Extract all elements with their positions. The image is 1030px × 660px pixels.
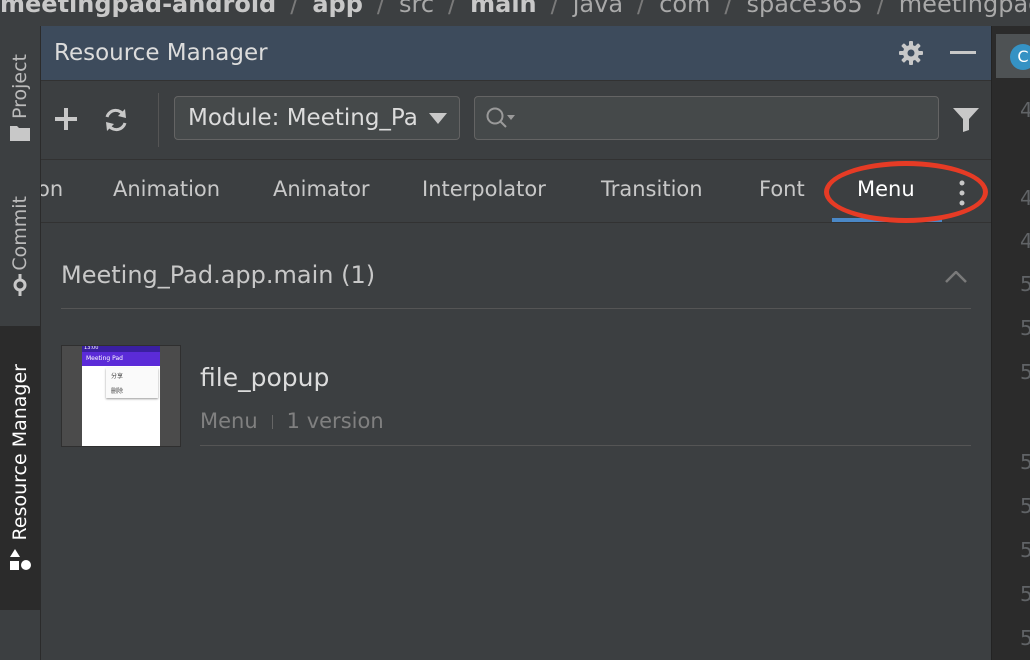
module-dropdown-label: Module: Meeting_Pad	[188, 105, 416, 131]
refresh-icon[interactable]	[103, 107, 129, 133]
chevron-up-icon[interactable]	[945, 271, 967, 283]
breadcrumb-item[interactable]: meetingpad-android	[0, 0, 276, 16]
preview-menu-item: 分享	[111, 373, 124, 380]
search-icon	[486, 107, 515, 128]
tab-partial[interactable]: on	[41, 177, 63, 201]
tab-animation[interactable]: Animation	[113, 177, 220, 201]
class-file-icon: C	[1010, 44, 1030, 70]
meta-divider	[271, 415, 273, 429]
tab-font[interactable]: Font	[759, 177, 805, 201]
shapes-icon	[10, 549, 31, 571]
breadcrumb-separator: /	[448, 0, 457, 18]
line-number: 5	[1020, 494, 1030, 518]
preview-popup-menu: 分享 删除	[106, 368, 158, 398]
gear-icon[interactable]	[898, 40, 924, 66]
plus-icon[interactable]	[55, 108, 77, 130]
breadcrumb-separator: /	[376, 0, 385, 18]
sidebar-tab-label: Resource Manager	[9, 363, 31, 541]
preview-app-title: Meeting Pad	[86, 355, 123, 362]
resource-type: Menu	[200, 409, 258, 433]
tool-window-strip: Project Commit Resource Manager	[0, 26, 41, 660]
breadcrumb-separator: /	[290, 0, 299, 18]
line-number: 5	[1020, 272, 1030, 296]
chevron-down-icon	[429, 113, 447, 124]
resource-type-tabs: on Animation Animator Interpolator Trans…	[41, 160, 991, 223]
line-number: 5	[1020, 450, 1030, 474]
preview-menu-item: 删除	[111, 388, 124, 395]
line-number: 4	[1020, 98, 1030, 122]
breadcrumb-item[interactable]: space365	[746, 0, 862, 16]
panel-header: Resource Manager	[41, 26, 991, 81]
resource-version-count: 1 version	[286, 409, 384, 433]
breadcrumb-separator: /	[724, 0, 733, 18]
sidebar-tab-resource-manager[interactable]: Resource Manager	[0, 326, 40, 610]
line-number: 5	[1020, 582, 1030, 606]
sidebar-tab-commit[interactable]: Commit	[0, 186, 40, 306]
sidebar-tab-label: Commit	[9, 195, 31, 271]
minimize-icon[interactable]	[950, 51, 976, 55]
module-dropdown[interactable]: Module: Meeting_Pad	[174, 96, 460, 140]
breadcrumb-separator: /	[637, 0, 646, 18]
breadcrumb-separator: /	[550, 0, 559, 18]
breadcrumb-item[interactable]: main	[470, 0, 537, 16]
breadcrumb-item[interactable]: meetingpad	[899, 0, 1030, 16]
resource-meta: Menu 1 version	[200, 409, 384, 433]
resource-name[interactable]: file_popup	[200, 363, 329, 392]
group-divider	[61, 308, 971, 309]
line-number: 5	[1020, 360, 1030, 384]
commit-icon	[13, 274, 27, 297]
search-input[interactable]	[519, 103, 923, 135]
line-number: 5	[1020, 626, 1030, 650]
sidebar-tab-label: Project	[9, 54, 31, 120]
line-number: 5	[1020, 316, 1030, 340]
breadcrumb-item[interactable]: java	[573, 0, 623, 16]
tab-menu[interactable]: Menu	[857, 177, 915, 201]
group-title: Meeting_Pad.app.main (1)	[61, 261, 376, 289]
breadcrumb-item[interactable]: app	[312, 0, 363, 16]
more-vertical-icon[interactable]	[958, 180, 966, 206]
line-number: 4	[1020, 186, 1030, 210]
preview-status-time: 13:00	[84, 345, 99, 351]
toolbar-divider	[158, 93, 159, 147]
toolbar: Module: Meeting_Pad	[41, 81, 991, 160]
tab-animator[interactable]: Animator	[273, 177, 370, 201]
breadcrumb: meetingpad-android / app / src / main / java / com…	[0, 0, 1030, 26]
menu-preview: 13:00 Meeting Pad 分享 删除	[82, 346, 160, 446]
preview-app-bar: Meeting Pad	[82, 352, 160, 366]
resource-divider	[200, 445, 971, 446]
line-number: 4	[1020, 229, 1030, 253]
tab-transition[interactable]: Transition	[601, 177, 703, 201]
tab-interpolator[interactable]: Interpolator	[422, 177, 546, 201]
selected-tab-indicator	[832, 218, 942, 222]
breadcrumb-item[interactable]: com	[659, 0, 710, 16]
search-field[interactable]	[474, 96, 939, 140]
sidebar-tab-project[interactable]: Project	[0, 38, 40, 158]
resource-list: Meeting_Pad.app.main (1) 13:00 Meeting P…	[41, 223, 991, 660]
line-number: 5	[1020, 538, 1030, 562]
editor-area: C 4 4 4 5 5 5 5 5 5 5 5	[991, 26, 1030, 660]
breadcrumb-separator: /	[876, 0, 885, 18]
breadcrumb-item[interactable]: src	[399, 0, 434, 16]
panel-title: Resource Manager	[54, 40, 268, 66]
folder-icon	[10, 125, 30, 141]
filter-icon[interactable]	[953, 108, 979, 132]
editor-tab[interactable]: C	[996, 34, 1030, 78]
resource-thumbnail[interactable]: 13:00 Meeting Pad 分享 删除	[61, 345, 181, 447]
